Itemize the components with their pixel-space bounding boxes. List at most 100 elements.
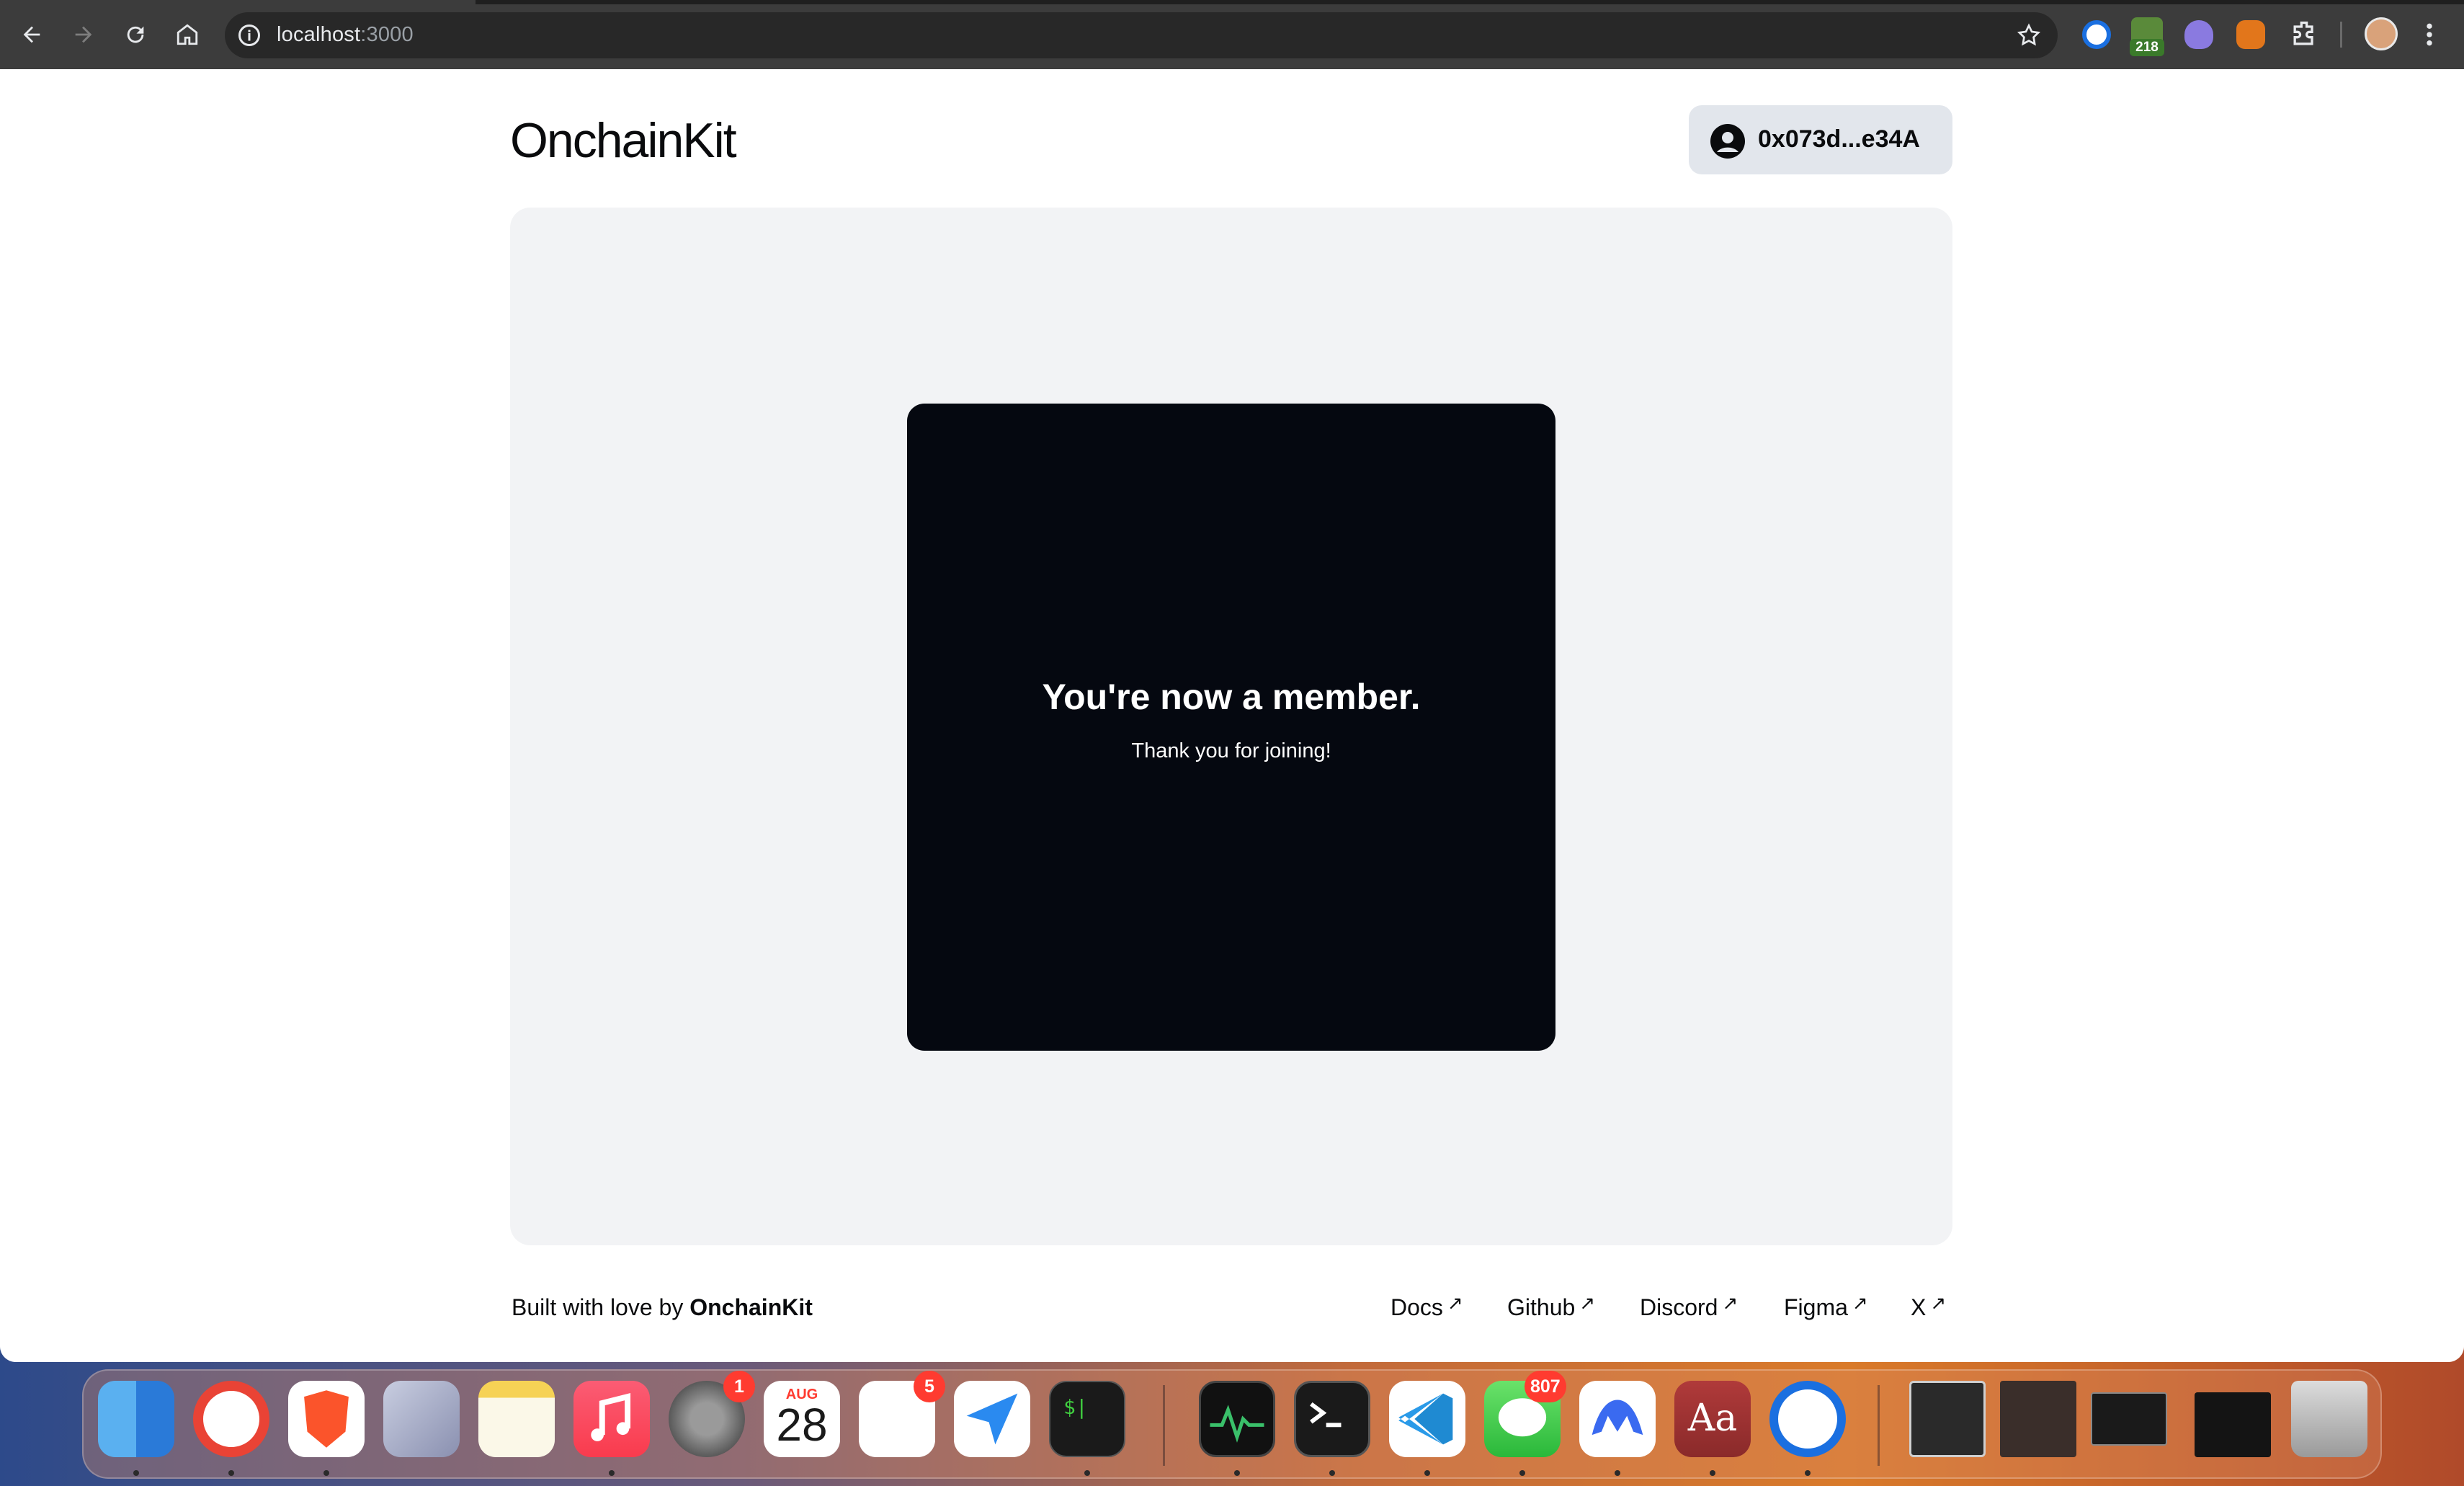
calendar-icon[interactable]: AUG 28 bbox=[764, 1381, 840, 1457]
running-indicator bbox=[1424, 1470, 1430, 1476]
running-indicator bbox=[1329, 1470, 1335, 1476]
footer-link-label: Github bbox=[1507, 1294, 1576, 1320]
external-link-arrow-icon: ↗ bbox=[1722, 1292, 1738, 1314]
trash-icon[interactable] bbox=[2291, 1381, 2367, 1457]
code-window-thumbnail[interactable] bbox=[2195, 1392, 2271, 1457]
reload-icon bbox=[127, 26, 144, 43]
footer-link-figma[interactable]: Figma ↗ bbox=[1784, 1292, 1868, 1321]
notes-icon[interactable] bbox=[478, 1381, 555, 1457]
bookmark-star-icon[interactable] bbox=[2016, 22, 2042, 48]
brave-browser-icon[interactable] bbox=[288, 1381, 365, 1457]
terminal-icon[interactable] bbox=[1294, 1381, 1370, 1457]
footer-link-discord[interactable]: Discord ↗ bbox=[1640, 1292, 1738, 1321]
running-indicator bbox=[133, 1470, 139, 1476]
terminal-prompt: $| bbox=[1063, 1395, 1088, 1419]
external-link-arrow-icon: ↗ bbox=[1930, 1292, 1947, 1314]
footer-link-label: Docs bbox=[1391, 1294, 1443, 1320]
profile-avatar[interactable] bbox=[2365, 17, 2398, 50]
user-avatar-icon bbox=[1710, 124, 1745, 159]
active-tab[interactable] bbox=[0, 0, 476, 4]
wallet-address: 0x073d...e34A bbox=[1758, 125, 1920, 153]
address-bar[interactable]: localhost:3000 bbox=[225, 12, 2058, 58]
footer-credit-text: Built with love by bbox=[512, 1294, 690, 1320]
dock-divider bbox=[1878, 1385, 1880, 1466]
macos-dock: 1 AUG 28 5 $| 807 Aa bbox=[82, 1369, 2382, 1479]
external-link-arrow-icon: ↗ bbox=[1447, 1292, 1463, 1314]
running-indicator bbox=[323, 1470, 329, 1476]
music-note-icon bbox=[591, 1392, 631, 1441]
dock-divider bbox=[1163, 1385, 1165, 1466]
fox-wallet-extension-icon[interactable] bbox=[2236, 20, 2265, 49]
prompt-chevron-icon bbox=[1310, 1402, 1342, 1428]
calendar-day: 28 bbox=[776, 1399, 828, 1451]
finder-icon[interactable] bbox=[98, 1381, 174, 1457]
notification-badge: 1 bbox=[723, 1371, 755, 1402]
site-info-icon[interactable] bbox=[236, 22, 262, 48]
paper-plane-app-icon[interactable] bbox=[954, 1381, 1030, 1457]
chrome-icon[interactable] bbox=[193, 1381, 269, 1457]
spy-agent-window-thumbnail[interactable] bbox=[1909, 1381, 1986, 1457]
terminal-app-icon[interactable]: $| bbox=[1049, 1381, 1125, 1457]
home-button[interactable] bbox=[170, 17, 205, 52]
notification-badge: 807 bbox=[1525, 1371, 1566, 1402]
dictionary-label: Aa bbox=[1687, 1397, 1738, 1440]
toolbar-divider bbox=[2340, 22, 2342, 48]
running-indicator bbox=[1234, 1470, 1240, 1476]
dictionary-icon[interactable]: Aa bbox=[1674, 1381, 1751, 1457]
browser-toolbar: localhost:3000 218 bbox=[0, 0, 2464, 69]
browser-window: localhost:3000 218 OnchainKit 0x073d...e… bbox=[0, 0, 2464, 1362]
url-port: :3000 bbox=[360, 23, 414, 46]
running-indicator bbox=[1805, 1470, 1811, 1476]
back-button[interactable] bbox=[14, 17, 49, 52]
footer-credit-brand: OnchainKit bbox=[689, 1294, 813, 1320]
terminal-window-thumbnail[interactable] bbox=[2091, 1392, 2167, 1446]
document-window-thumbnail[interactable] bbox=[2000, 1381, 2076, 1457]
running-indicator bbox=[228, 1470, 234, 1476]
footer-link-x[interactable]: X ↗ bbox=[1911, 1292, 1947, 1321]
password-manager-extension-icon[interactable] bbox=[2082, 20, 2111, 49]
arrow-right-icon bbox=[75, 26, 92, 43]
kebab-menu-icon[interactable] bbox=[2421, 20, 2438, 49]
footer-link-docs[interactable]: Docs ↗ bbox=[1391, 1292, 1463, 1321]
footer-credit: Built with love by OnchainKit bbox=[512, 1294, 813, 1321]
ghost-wallet-extension-icon[interactable] bbox=[2184, 20, 2213, 49]
arc-browser-icon[interactable] bbox=[383, 1381, 460, 1457]
arrow-left-icon bbox=[23, 26, 40, 43]
paper-plane-icon bbox=[966, 1393, 1018, 1445]
wallet-connect-button[interactable]: 0x073d...e34A bbox=[1689, 105, 1952, 174]
running-indicator bbox=[1519, 1470, 1525, 1476]
membership-subtext: Thank you for joining! bbox=[1131, 739, 1331, 762]
lion-shield-icon bbox=[304, 1390, 349, 1448]
music-icon[interactable] bbox=[573, 1381, 650, 1457]
extensions-puzzle-icon[interactable] bbox=[2288, 19, 2320, 50]
mountain-icon bbox=[1592, 1400, 1643, 1436]
extension-badge: 218 bbox=[2130, 39, 2164, 56]
code-chevron-icon bbox=[1398, 1393, 1453, 1445]
activity-graph-icon bbox=[1210, 1405, 1264, 1443]
brand-logo-text[interactable]: OnchainKit bbox=[510, 112, 737, 169]
reload-button[interactable] bbox=[118, 17, 153, 52]
external-link-arrow-icon: ↗ bbox=[1579, 1292, 1596, 1314]
running-indicator bbox=[1084, 1470, 1090, 1476]
running-indicator bbox=[609, 1470, 615, 1476]
footer-link-label: X bbox=[1911, 1294, 1927, 1320]
footer-link-label: Figma bbox=[1784, 1294, 1848, 1320]
page-content: OnchainKit 0x073d...e34A You're now a me… bbox=[0, 69, 2464, 1362]
external-link-arrow-icon: ↗ bbox=[1852, 1292, 1868, 1314]
url-host: localhost bbox=[277, 23, 361, 46]
content-panel: You're now a member. Thank you for joini… bbox=[510, 208, 1952, 1245]
notification-badge: 5 bbox=[914, 1371, 945, 1402]
forward-button[interactable] bbox=[66, 17, 101, 52]
tab-strip bbox=[0, 0, 2464, 4]
url-text[interactable]: localhost:3000 bbox=[277, 23, 414, 47]
vpn-app-icon[interactable] bbox=[1579, 1381, 1656, 1457]
running-indicator bbox=[1710, 1470, 1715, 1476]
membership-card: You're now a member. Thank you for joini… bbox=[907, 404, 1555, 1051]
home-icon bbox=[177, 24, 198, 45]
footer-link-github[interactable]: Github ↗ bbox=[1507, 1292, 1596, 1321]
membership-headline: You're now a member. bbox=[1042, 677, 1421, 717]
footer-link-label: Discord bbox=[1640, 1294, 1718, 1320]
password-manager-icon[interactable] bbox=[1769, 1381, 1846, 1457]
activity-monitor-icon[interactable] bbox=[1199, 1381, 1275, 1457]
vscode-icon[interactable] bbox=[1389, 1381, 1465, 1457]
